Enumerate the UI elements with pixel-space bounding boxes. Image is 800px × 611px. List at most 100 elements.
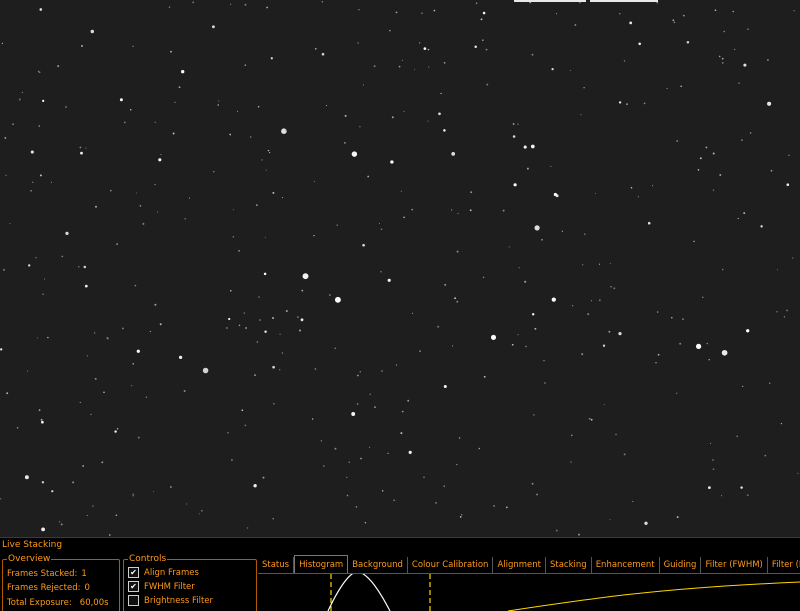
star — [438, 112, 441, 116]
star — [619, 13, 621, 15]
star — [389, 30, 391, 32]
tab-background[interactable]: Background — [348, 557, 408, 573]
star — [672, 19, 675, 22]
tab-filter-brightness[interactable]: Filter (Brightness) — [768, 557, 800, 573]
star — [760, 225, 763, 228]
star — [272, 365, 275, 369]
align-frames-checkbox[interactable]: ✔ — [128, 567, 139, 578]
star — [553, 192, 558, 197]
star — [213, 170, 215, 173]
star — [16, 427, 19, 429]
star — [285, 310, 288, 312]
star — [411, 312, 414, 314]
star — [344, 142, 346, 144]
star — [411, 208, 414, 211]
star — [541, 238, 543, 241]
star — [697, 168, 700, 171]
star — [351, 412, 356, 416]
star — [483, 375, 486, 378]
star — [400, 432, 403, 435]
tab-histogram[interactable]: Histogram — [294, 555, 349, 574]
star — [35, 257, 37, 259]
star — [94, 332, 96, 334]
star — [450, 209, 453, 211]
tab-filter-fwhm[interactable]: Filter (FWHM) — [701, 557, 768, 573]
star — [5, 174, 7, 176]
star — [346, 476, 348, 478]
star — [264, 236, 266, 238]
star — [708, 359, 710, 361]
stretch-curve — [507, 581, 800, 611]
star — [786, 309, 789, 312]
star — [456, 463, 458, 466]
star — [236, 110, 239, 112]
star — [320, 440, 323, 442]
star — [618, 101, 622, 104]
star — [656, 311, 659, 313]
star — [721, 268, 724, 271]
star — [230, 3, 232, 5]
star — [72, 481, 75, 484]
star — [543, 359, 545, 362]
star — [139, 205, 142, 207]
brightness-filter-control[interactable]: Brightness Filter — [128, 595, 213, 606]
fwhm-filter-control[interactable]: ✔ FWHM Filter — [128, 581, 195, 592]
tab-alignment[interactable]: Alignment — [493, 557, 546, 573]
star — [395, 11, 398, 14]
live-stacking-panel: Live Stacking Overview Frames Stacked: 1 … — [0, 537, 800, 611]
star — [508, 246, 510, 248]
star — [594, 192, 596, 194]
star — [186, 503, 188, 505]
star — [626, 103, 628, 105]
star — [18, 98, 21, 101]
star — [712, 189, 715, 191]
star — [381, 370, 383, 372]
tab-status[interactable]: Status — [258, 557, 295, 573]
frames-rejected-label: Frames Rejected: — [7, 583, 81, 593]
tab-enhancement[interactable]: Enhancement — [592, 557, 660, 573]
star — [61, 255, 64, 258]
star — [38, 71, 41, 74]
star — [580, 114, 582, 116]
star — [637, 196, 639, 198]
star — [24, 475, 29, 480]
star — [211, 25, 215, 29]
histogram-plot — [327, 574, 800, 611]
star — [427, 120, 429, 122]
star — [238, 324, 241, 327]
star — [57, 65, 60, 68]
star — [359, 371, 361, 373]
star — [244, 64, 247, 66]
star — [581, 353, 584, 356]
star — [346, 494, 349, 497]
star — [390, 160, 394, 164]
star — [403, 110, 405, 112]
star — [314, 368, 317, 370]
star — [12, 123, 14, 125]
star — [456, 300, 459, 303]
star — [656, 2, 658, 4]
tab-guiding[interactable]: Guiding — [660, 557, 702, 573]
star — [458, 437, 461, 439]
align-frames-label: Align Frames — [144, 567, 199, 578]
star — [482, 39, 484, 41]
tab-stacking[interactable]: Stacking — [546, 557, 592, 573]
brightness-filter-checkbox[interactable] — [128, 595, 139, 606]
align-frames-control[interactable]: ✔ Align Frames — [128, 567, 199, 578]
star — [51, 490, 54, 493]
star — [160, 153, 162, 156]
frames-rejected-row: Frames Rejected: 0 — [7, 583, 90, 593]
tab-colour-calibration[interactable]: Colour Calibration — [408, 557, 494, 573]
fwhm-filter-checkbox[interactable]: ✔ — [128, 581, 139, 592]
star — [132, 495, 134, 497]
star — [270, 57, 273, 60]
star — [686, 41, 690, 44]
star — [41, 527, 46, 532]
star — [679, 342, 682, 345]
star — [475, 2, 478, 4]
star — [505, 506, 508, 509]
star — [82, 465, 85, 467]
star — [740, 139, 743, 142]
star — [797, 472, 799, 474]
star — [608, 330, 611, 333]
